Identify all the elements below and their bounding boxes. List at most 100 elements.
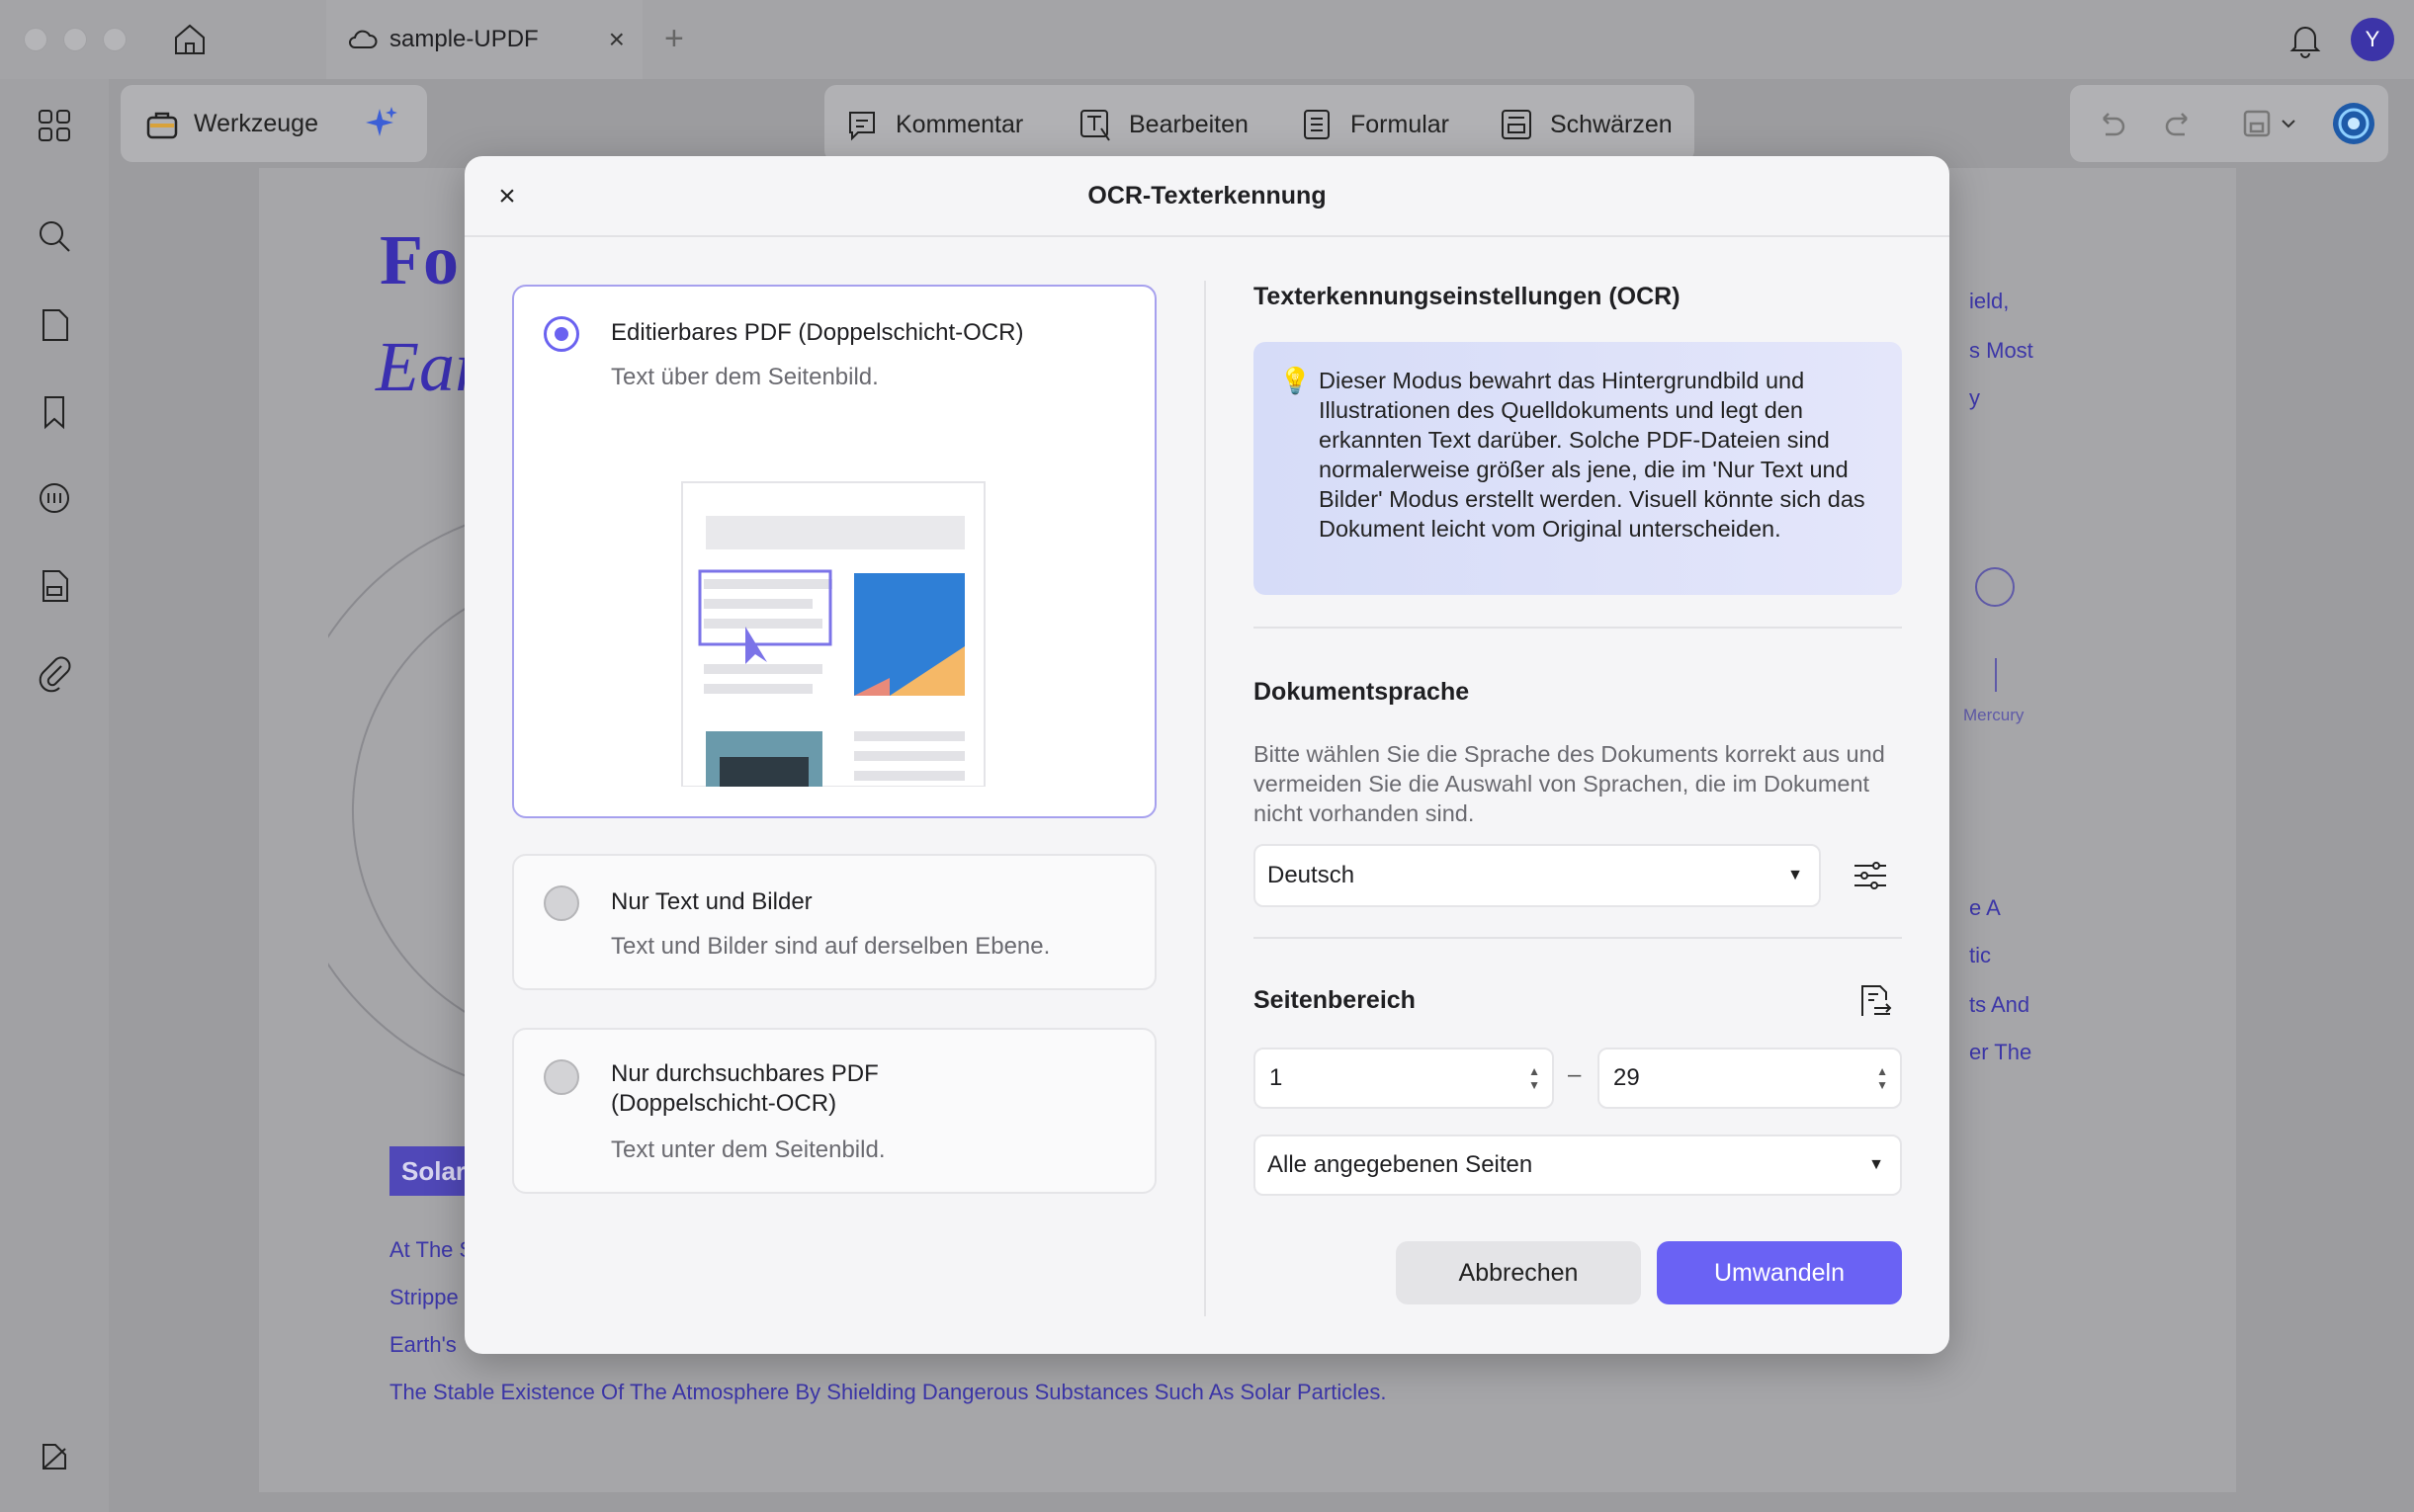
language-description: Bitte wählen Sie die Sprache des Dokumen… — [1253, 741, 1885, 826]
zoom-window-button[interactable] — [103, 28, 127, 51]
thumbnails-grid-icon[interactable] — [34, 105, 75, 146]
dropdown-caret-icon: ▼ — [1787, 867, 1803, 883]
text-fragment: s Most — [1969, 338, 2033, 363]
language-settings-icon[interactable] — [1849, 854, 1892, 897]
dialog-title: OCR-Texterkennung — [1087, 181, 1327, 210]
range-to-value: 29 — [1613, 1064, 1640, 1091]
option-title: Nur Text und Bilder — [611, 888, 813, 915]
option-subtitle: Text unter dem Seitenbild. — [611, 1136, 886, 1163]
chevron-down-icon[interactable] — [2280, 115, 2297, 132]
redact-mode-icon — [1502, 110, 1531, 139]
undo-icon[interactable] — [2092, 105, 2129, 142]
minimize-window-button[interactable] — [63, 28, 87, 51]
range-separator: – — [1568, 1061, 1582, 1088]
text-fragment: ield, — [1969, 289, 2010, 313]
document-tab[interactable]: sample-UPDF × — [326, 0, 643, 79]
comment-mode-icon — [849, 112, 875, 141]
close-icon[interactable]: × — [490, 180, 524, 213]
stepper-arrows-icon[interactable]: ▲ ▼ — [1876, 1064, 1888, 1092]
text-fragment: Strippe — [389, 1285, 459, 1309]
comment-icon[interactable] — [34, 478, 75, 520]
mode-form-label: Formular — [1350, 110, 1450, 138]
option-searchable-pdf[interactable]: Nur durchsuchbares PDF (Doppelschicht-OC… — [512, 1028, 1157, 1194]
cloud-icon — [349, 30, 378, 48]
text-fragment: At The S — [389, 1237, 474, 1262]
info-box: 💡 Dieser Modus bewahrt das Hintergrundbi… — [1253, 342, 1902, 595]
text-fragment: Earth's — [389, 1332, 457, 1357]
option-editable-pdf-radio[interactable] — [544, 316, 579, 352]
page-title-fragment: Fo — [380, 220, 459, 299]
edit-mode-icon — [1080, 110, 1110, 141]
language-value: Deutsch — [1267, 862, 1355, 888]
page-subset-value: Alle angegebenen Seiten — [1267, 1151, 1533, 1178]
mode-comment[interactable]: Kommentar — [842, 105, 1023, 144]
mode-comment-label: Kommentar — [896, 110, 1024, 138]
range-from-value: 1 — [1269, 1064, 1283, 1091]
attachment-page-icon[interactable] — [34, 565, 75, 607]
page-range-title: Seitenbereich — [1253, 986, 1416, 1014]
mode-redact[interactable]: Schwärzen — [1497, 105, 1673, 144]
section-badge: Solar — [389, 1146, 469, 1196]
paperclip-icon[interactable] — [34, 652, 75, 694]
body-text-line: The Stable Existence Of The Atmosphere B… — [389, 1380, 1387, 1404]
ocr-dialog: × OCR-Texterkennung Editierbares PDF (Do… — [465, 156, 1949, 1354]
option-searchable-pdf-radio[interactable] — [544, 1059, 579, 1095]
settings-title: Texterkennungseinstellungen (OCR) — [1253, 283, 1681, 310]
option-subtitle: Text und Bilder sind auf derselben Ebene… — [611, 933, 1051, 960]
bookmark-icon[interactable] — [34, 391, 75, 433]
language-title: Dokumentsprache — [1253, 678, 1470, 706]
app-window: sample-UPDF × + Y Werkzeuge Kommentar Be… — [0, 0, 2414, 1512]
mode-edit-label: Bearbeiten — [1129, 110, 1249, 138]
page-subset-select[interactable]: Alle angegebenen Seiten ▼ — [1253, 1134, 1902, 1196]
save-icon[interactable] — [2238, 105, 2276, 142]
page-range-swap-icon[interactable] — [1853, 980, 1894, 1022]
range-to-input[interactable]: 29 ▲ ▼ — [1597, 1048, 1902, 1109]
user-avatar[interactable]: Y — [2351, 18, 2394, 61]
language-select[interactable]: Deutsch ▼ — [1253, 844, 1821, 907]
info-text: Dieser Modus bewahrt das Hintergrundbild… — [1319, 368, 1865, 542]
convert-button[interactable]: Umwandeln — [1657, 1241, 1902, 1304]
text-fragment: y — [1969, 385, 1980, 410]
option-text-and-images[interactable]: Nur Text und Bilder Text und Bilder sind… — [512, 854, 1157, 990]
divider — [1253, 937, 1902, 939]
mode-redact-label: Schwärzen — [1550, 110, 1673, 138]
page-icon[interactable] — [34, 304, 75, 346]
theme-toggle-icon[interactable] — [34, 1435, 75, 1476]
search-icon[interactable] — [34, 215, 75, 257]
planet-circle — [1975, 567, 2015, 607]
planet-label: Mercury — [1963, 706, 2025, 724]
vertical-divider — [1204, 281, 1206, 1316]
dialog-header: × OCR-Texterkennung — [465, 156, 1949, 237]
text-fragment: ts And — [1969, 992, 2030, 1017]
range-from-input[interactable]: 1 ▲ ▼ — [1253, 1048, 1554, 1109]
divider — [1253, 627, 1902, 629]
title-bar: sample-UPDF × + Y — [0, 0, 2414, 79]
bell-icon[interactable] — [2284, 18, 2327, 61]
option-subtitle: Text über dem Seitenbild. — [611, 364, 879, 390]
left-sidebar — [0, 79, 109, 1512]
home-icon[interactable] — [168, 18, 212, 61]
cancel-button[interactable]: Abbrechen — [1396, 1241, 1641, 1304]
editable-pdf-illustration — [681, 481, 986, 787]
new-tab-button[interactable]: + — [664, 20, 684, 58]
option-text-and-images-radio[interactable] — [544, 885, 579, 921]
tools-button[interactable]: Werkzeuge — [121, 85, 427, 162]
updf-ai-icon[interactable] — [2331, 101, 2376, 146]
redo-icon[interactable] — [2161, 105, 2198, 142]
text-fragment: e A — [1969, 895, 2001, 920]
mode-form[interactable]: Formular — [1297, 105, 1449, 144]
close-window-button[interactable] — [24, 28, 47, 51]
stepper-arrows-icon[interactable]: ▲ ▼ — [1528, 1064, 1540, 1092]
ai-sparkle-icon[interactable] — [360, 103, 401, 144]
mode-toolbar: Kommentar Bearbeiten Formular Schwärzen — [824, 85, 1694, 162]
option-title: Editierbares PDF (Doppelschicht-OCR) — [611, 319, 1024, 346]
option-editable-pdf[interactable]: Editierbares PDF (Doppelschicht-OCR) Tex… — [512, 285, 1157, 818]
mode-edit[interactable]: Bearbeiten — [1076, 105, 1249, 144]
text-fragment: er The — [1969, 1040, 2032, 1064]
text-fragment: tic — [1969, 943, 1991, 967]
tab-close-icon[interactable]: × — [609, 24, 625, 55]
toolbox-icon — [146, 112, 178, 139]
dropdown-caret-icon: ▼ — [1868, 1156, 1884, 1173]
option-title: Nur durchsuchbares PDF (Doppelschicht-OC… — [611, 1060, 879, 1117]
tools-label: Werkzeuge — [194, 109, 318, 137]
